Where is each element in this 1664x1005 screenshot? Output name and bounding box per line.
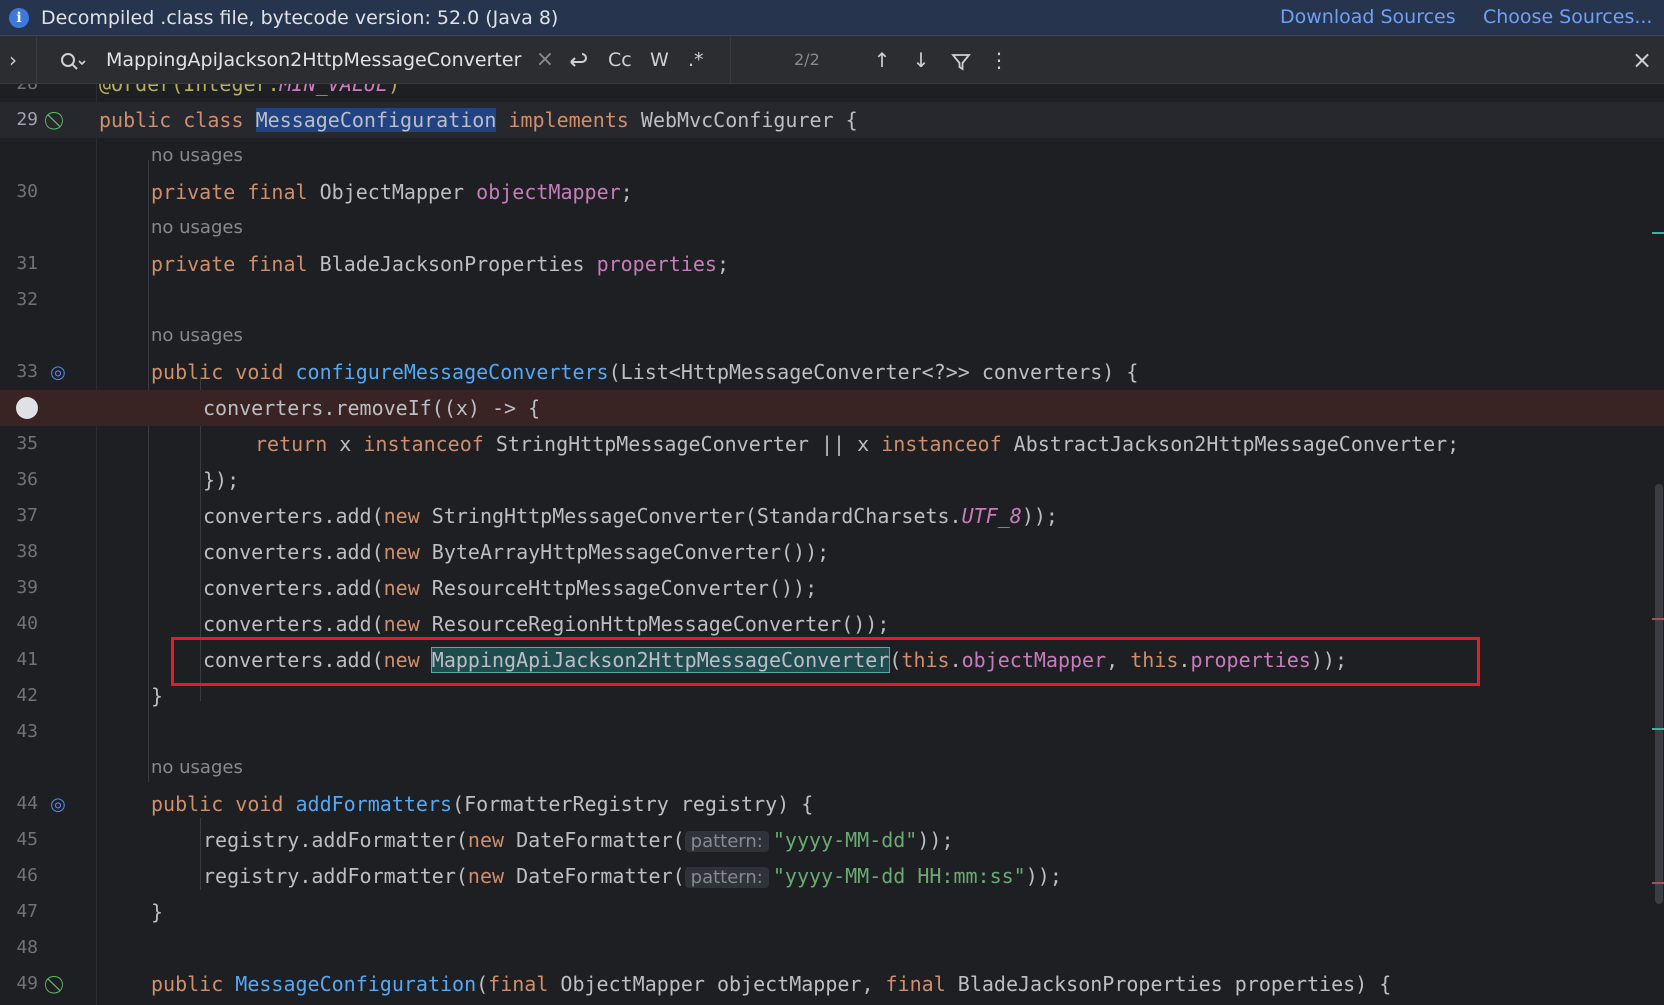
code-editor[interactable]: 28 @Order(Integer.MIN_VALUE) 29 ⃠ public…	[0, 84, 1664, 1005]
info-icon: i	[9, 7, 29, 28]
decompiled-banner: i Decompiled .class file, bytecode versi…	[0, 0, 1664, 36]
match-case-toggle[interactable]: Cc	[608, 36, 632, 84]
code-line: 41 converters.add(new MappingApiJackson2…	[16, 647, 1347, 673]
code-line: 40 converters.add(new ResourceRegionHttp…	[16, 612, 890, 636]
code-line: 48	[16, 937, 38, 958]
code-line-breakpoint: converters.removeIf((x) -> {	[0, 390, 1664, 426]
new-line-icon[interactable]	[565, 36, 591, 84]
find-bar-separator	[36, 36, 37, 84]
search-match-highlight: MappingApiJackson2HttpMessageConverter	[430, 647, 891, 673]
banner-message: Decompiled .class file, bytecode version…	[41, 6, 559, 29]
code-line: 33 ◎ public void configureMessageConvert…	[16, 360, 1139, 385]
code-line: 32	[16, 289, 38, 310]
code-line: 36 });	[16, 468, 240, 492]
scroll-marker[interactable]	[1652, 882, 1664, 884]
implements-method-icon[interactable]: ◎	[46, 793, 70, 817]
find-bar: › MappingApiJackson2HttpMessageConverter…	[0, 36, 1664, 84]
code-line: 42 }	[16, 684, 164, 708]
scroll-marker[interactable]	[1652, 728, 1664, 730]
more-options-icon[interactable]: ⋮	[988, 36, 1010, 84]
code-line: 49 ⃠ public MessageConfiguration(final O…	[16, 972, 1392, 997]
download-sources-link[interactable]: Download Sources	[1280, 0, 1456, 36]
code-line: 35 return x instanceof StringHttpMessage…	[16, 432, 1460, 456]
usage-hint: no usages	[151, 325, 243, 346]
code-line: 37 converters.add(new StringHttpMessageC…	[16, 504, 1058, 528]
match-count: 2/2	[794, 50, 820, 69]
breakpoint-icon[interactable]	[16, 397, 38, 419]
code-line: 46 registry.addFormatter(new DateFormatt…	[16, 864, 1062, 888]
regex-toggle[interactable]: .*	[688, 36, 704, 84]
parameter-hint: pattern:	[684, 831, 769, 852]
implements-method-icon[interactable]: ◎	[46, 361, 70, 385]
code-line: 31 private final BladeJacksonProperties …	[16, 252, 730, 276]
filter-icon[interactable]	[948, 36, 974, 84]
code-line: 44 ◎ public void addFormatters(Formatter…	[16, 792, 814, 817]
usage-hint: no usages	[151, 217, 243, 238]
close-icon[interactable]: ×	[1628, 36, 1656, 84]
search-history-icon[interactable]	[58, 36, 88, 84]
selected-class-name: MessageConfiguration	[255, 108, 497, 132]
code-line: 47 }	[16, 900, 164, 924]
code-line: 38 converters.add(new ByteArrayHttpMessa…	[16, 540, 830, 564]
scroll-marker[interactable]	[1652, 232, 1664, 234]
usage-hint: no usages	[151, 757, 243, 778]
code-line: 43	[16, 721, 38, 742]
code-line: 28 @Order(Integer.MIN_VALUE)	[16, 84, 401, 96]
search-input[interactable]: MappingApiJackson2HttpMessageConverter	[106, 36, 521, 84]
words-toggle[interactable]: W	[650, 36, 669, 84]
choose-sources-link[interactable]: Choose Sources...	[1483, 0, 1652, 36]
parameter-hint: pattern:	[684, 867, 769, 888]
code-line: 29 ⃠ public class MessageConfiguration i…	[0, 102, 1664, 138]
code-line: 39 converters.add(new ResourceHttpMessag…	[16, 576, 818, 600]
vertical-scrollbar[interactable]	[1655, 484, 1663, 904]
expand-replace-icon[interactable]: ›	[4, 36, 22, 84]
usage-hint: no usages	[151, 145, 243, 166]
class-gutter-icon[interactable]: ⃠	[46, 109, 70, 133]
previous-occurrence-icon[interactable]: ↑	[871, 36, 893, 84]
next-occurrence-icon[interactable]: ↓	[910, 36, 932, 84]
code-line: 45 registry.addFormatter(new DateFormatt…	[16, 828, 954, 852]
clear-search-icon[interactable]: ×	[535, 36, 555, 84]
scroll-marker[interactable]	[1652, 618, 1664, 620]
code-line: 30 private final ObjectMapper objectMapp…	[16, 180, 633, 204]
constructor-gutter-icon[interactable]: ⃠	[46, 973, 70, 997]
find-bar-separator	[730, 36, 731, 84]
